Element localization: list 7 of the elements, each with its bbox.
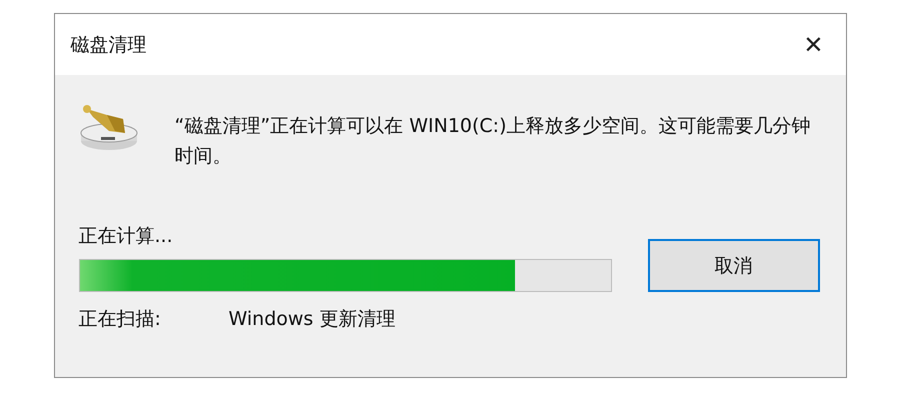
scan-item: Windows 更新清理 bbox=[228, 307, 396, 332]
window-title: 磁盘清理 bbox=[70, 32, 146, 58]
message-text: “磁盘清理”正在计算可以在 WIN10(C:)上释放多少空间。这可能需要几分钟时间。 bbox=[174, 114, 812, 169]
cancel-button[interactable]: 取消 bbox=[648, 239, 820, 292]
close-button[interactable]: ✕ bbox=[799, 30, 828, 58]
scan-label: 正在扫描: bbox=[78, 307, 162, 332]
status-text: 正在计算... bbox=[78, 224, 174, 249]
